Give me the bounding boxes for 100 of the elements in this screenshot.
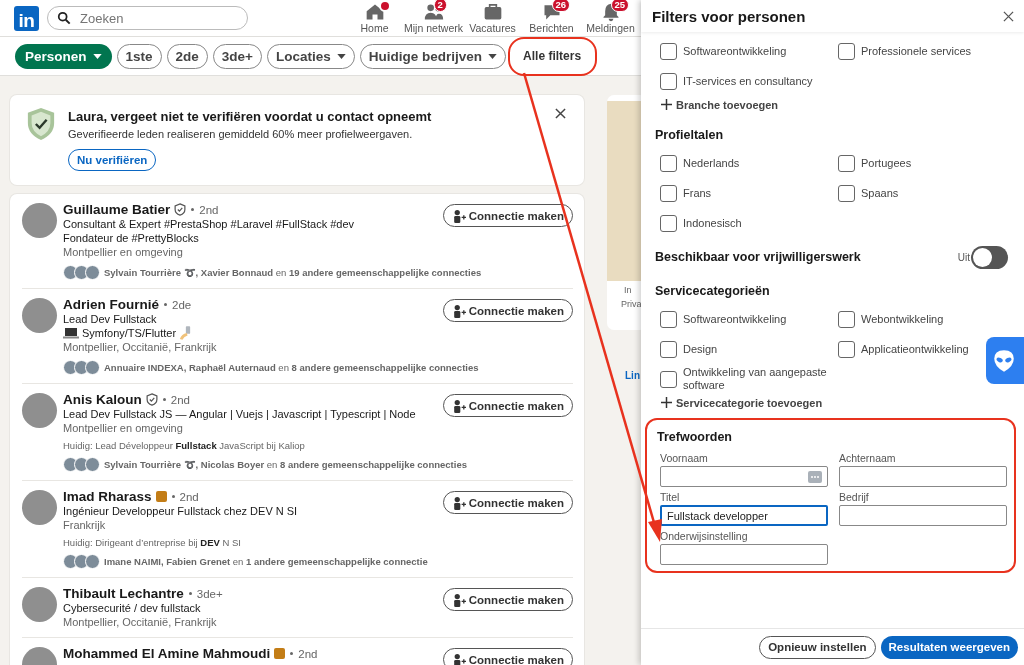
text-field[interactable]	[660, 544, 828, 565]
checkbox[interactable]	[838, 184, 855, 202]
close-icon[interactable]	[555, 108, 566, 119]
show-results-button[interactable]: Resultaten weergeven	[880, 635, 1018, 659]
filter-button[interactable]: Personen	[15, 43, 112, 69]
avatar[interactable]	[22, 393, 57, 428]
toggle-switch[interactable]	[971, 245, 1008, 269]
mutual-avatars	[63, 457, 100, 472]
checkbox-label[interactable]: Frans	[683, 186, 712, 200]
checkbox-label[interactable]: Nederlands	[683, 156, 740, 170]
checkbox-label[interactable]: Ontwikkeling van aangepaste software	[683, 366, 833, 392]
checkbox[interactable]	[660, 42, 677, 60]
checkbox[interactable]	[660, 310, 677, 328]
checkbox[interactable]	[838, 340, 855, 358]
person-name[interactable]: Thibault Lechantre	[63, 586, 184, 601]
checkbox-label[interactable]: Applicatieontwikkeling	[861, 342, 969, 356]
ad-link[interactable]: Lin	[625, 370, 640, 381]
section-title: Servicecategorieën	[655, 284, 771, 298]
checkbox-label[interactable]: Indonesisch	[683, 216, 742, 230]
connect-button[interactable]: Connectie maken	[442, 588, 573, 611]
add-button[interactable]: Branche toevoegen	[655, 96, 779, 113]
connect-button[interactable]: Connectie maken	[442, 394, 573, 417]
checkbox[interactable]	[660, 184, 677, 202]
nav-item[interactable]: 25 Meldingen	[581, 2, 640, 34]
person-name[interactable]: Imad Rharass	[63, 489, 152, 504]
checkbox[interactable]	[660, 370, 677, 388]
ad-text: In	[623, 285, 633, 295]
nav-item[interactable]: Home	[345, 2, 404, 34]
connect-button[interactable]: Connectie maken	[442, 204, 573, 227]
filter-button[interactable]: 3de+	[212, 43, 262, 69]
headline-text: Consultant & Expert #PrestaShop #Laravel #FullStack #dev	[63, 217, 355, 231]
checkbox-label[interactable]: Webontwikkeling	[861, 312, 944, 326]
text-field[interactable]	[839, 505, 1007, 526]
nav-item[interactable]: 2 Mijn netwerk	[404, 2, 463, 34]
linkedin-logo[interactable]: in	[14, 5, 39, 31]
separator-dot	[171, 495, 175, 498]
checkbox-label[interactable]: Softwareontwikkeling	[683, 44, 787, 58]
connection-degree: 2nd	[298, 647, 318, 660]
filter-button[interactable]: 2de	[166, 43, 208, 69]
person-name[interactable]: Anis Kaloun	[63, 392, 142, 407]
alien-icon[interactable]	[986, 337, 1024, 384]
add-person-icon	[451, 208, 466, 223]
filter-button[interactable]: Huidige bedrijven	[359, 43, 507, 69]
checkbox[interactable]	[660, 72, 677, 90]
headline-text: Cybersecurité / dev fullstack	[63, 601, 201, 615]
checkbox[interactable]	[838, 310, 855, 328]
field-label: Achternaam	[839, 452, 897, 464]
location-text: Frankrijk	[63, 518, 107, 532]
filter-button[interactable]: 1ste	[116, 43, 162, 69]
avatar[interactable]	[22, 298, 57, 333]
person-name[interactable]: Adrien Fournié	[63, 297, 159, 312]
checkbox[interactable]	[660, 340, 677, 358]
location-text: Montpellier, Occitanië, Frankrijk	[63, 340, 218, 354]
checkbox-label[interactable]: Spaans	[861, 186, 899, 200]
connect-button[interactable]: Connectie maken	[442, 648, 573, 665]
connect-button[interactable]: Connectie maken	[442, 491, 573, 514]
person-name[interactable]: Guillaume Batier	[63, 202, 171, 217]
checkbox[interactable]	[660, 214, 677, 232]
connect-button[interactable]: Connectie maken	[442, 299, 573, 322]
phone-hand-icon	[179, 326, 192, 340]
person-name[interactable]: Mohammed El Amine Mahmoudi	[63, 646, 271, 661]
checkbox-label[interactable]: IT-services en consultancy	[683, 74, 813, 88]
plus-icon	[661, 397, 672, 408]
mutual-connections-text[interactable]: Imane NAIMI, Fabien Grenet en 1 andere gemeenschappelijke connectie	[104, 556, 428, 567]
checkbox-label[interactable]: Design	[683, 342, 718, 356]
avatar[interactable]	[22, 490, 57, 525]
mutual-avatars	[63, 554, 100, 569]
avatar[interactable]	[22, 587, 57, 622]
text-field[interactable]	[660, 466, 828, 487]
mutual-connections-text[interactable]: Sylvain Tourrière ➰, Nicolas Boyer en 8 andere gemeenschappelijke connecties	[104, 459, 467, 470]
section-title: Trefwoorden	[657, 430, 733, 444]
checkbox[interactable]	[838, 154, 855, 172]
location-text: Montpellier en omgeving	[63, 245, 184, 259]
checkbox-label[interactable]: Professionele services	[861, 44, 972, 58]
nav-item[interactable]: Vacatures	[463, 2, 522, 34]
text-field[interactable]: Fullstack developper	[660, 505, 828, 526]
avatar[interactable]	[22, 203, 57, 238]
ad-text: Priva	[620, 299, 643, 309]
field-label: Voornaam	[660, 452, 709, 464]
search-icon	[57, 11, 71, 25]
filter-button[interactable]: Alle filters	[515, 43, 590, 69]
filter-button[interactable]: Locaties	[267, 43, 355, 69]
nav-item[interactable]: 26 Berichten	[522, 2, 581, 34]
search-field[interactable]: Zoeken	[47, 6, 248, 30]
mutual-connections-text[interactable]: Sylvain Tourrière ➰, Xavier Bonnaud en 19 andere gemeenschappelijke connecties	[104, 267, 482, 278]
banner-text: Geverifieerde leden realiseren gemiddeld 60% meer profielweergaven.	[68, 128, 414, 140]
checkbox[interactable]	[838, 42, 855, 60]
separator-dot	[290, 652, 294, 655]
mutual-connections-text[interactable]: Annuaire INDEXA, Raphaël Auternaud en 8 andere gemeenschappelijke connecties	[104, 362, 479, 373]
verify-button[interactable]: Nu verifiëren	[68, 149, 157, 171]
mutual-avatars	[63, 360, 100, 375]
text-field[interactable]	[839, 466, 1007, 487]
notification-badge: 26	[551, 0, 571, 12]
add-button[interactable]: Servicecategorie toevoegen	[655, 394, 823, 411]
checkbox-label[interactable]: Portugees	[861, 156, 912, 170]
close-icon[interactable]	[1003, 10, 1014, 22]
notification-badge: 25	[610, 0, 630, 12]
reset-button[interactable]: Opnieuw instellen	[759, 635, 876, 659]
checkbox[interactable]	[660, 154, 677, 172]
checkbox-label[interactable]: Softwareontwikkeling	[683, 312, 787, 326]
